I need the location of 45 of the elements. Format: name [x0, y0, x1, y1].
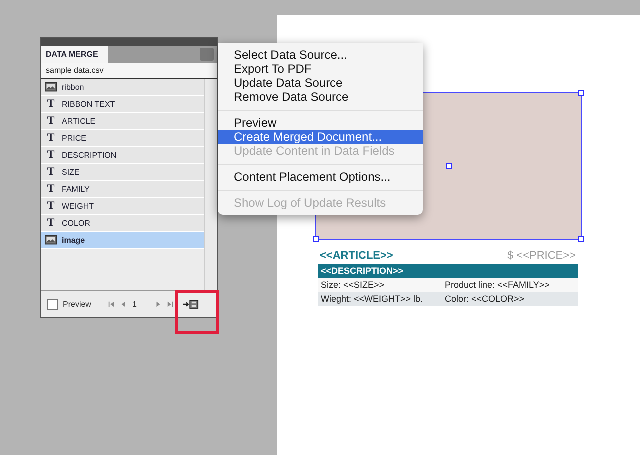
article-heading: <<ARTICLE>>	[320, 250, 394, 262]
preview-label: Preview	[63, 300, 92, 308]
image-field-icon	[45, 235, 57, 245]
text-field-icon: T	[45, 166, 57, 178]
menu-item[interactable]: Content Placement Options...	[218, 170, 423, 184]
table-cell-text: Product line: <<FAMILY>>	[445, 280, 551, 290]
preview-checkbox[interactable]	[47, 298, 58, 310]
text-field-icon: T	[45, 98, 57, 110]
menu-item[interactable]: Remove Data Source	[218, 90, 423, 104]
field-item[interactable]: T PRICE	[41, 130, 204, 147]
price-text: $ <<PRICE>>	[508, 250, 576, 262]
menu-item[interactable]: Export To PDF	[218, 62, 423, 76]
text-field-icon: T	[45, 132, 57, 144]
text-field-icon: T	[45, 183, 57, 195]
merge-document-icon[interactable]	[183, 300, 200, 308]
next-record-icon[interactable]	[155, 300, 162, 308]
text-field-icon: T	[45, 200, 57, 212]
record-number-field[interactable]: 1	[132, 300, 150, 308]
menu-item[interactable]: Create Merged Document...	[218, 130, 423, 144]
table-cell-text: Size: <<SIZE>>	[321, 280, 386, 290]
data-source-name: sample data.csv	[41, 63, 217, 79]
text-field-icon: T	[45, 115, 57, 127]
menu-item[interactable]: Update Data Source	[218, 76, 423, 90]
table-cell-text: Color: <<COLOR>>	[445, 294, 526, 304]
menu-item[interactable]: Select Data Source...	[218, 48, 423, 62]
table-cell-text: Wieght: <<WEIGHT>> lb.	[321, 294, 424, 304]
highlight-frame	[175, 290, 219, 334]
text-field-icon: T	[45, 149, 57, 161]
first-record-icon[interactable]	[108, 300, 116, 308]
field-item[interactable]: ribbon	[41, 79, 204, 96]
field-item[interactable]: T ARTICLE	[41, 113, 204, 130]
field-item[interactable]: T COLOR	[41, 215, 204, 232]
description-bar: <<DESCRIPTION>>	[318, 264, 578, 278]
menu-item[interactable]: Preview	[218, 116, 423, 130]
field-item[interactable]: T RIBBON TEXT	[41, 96, 204, 113]
field-item[interactable]: T WEIGHT	[41, 198, 204, 215]
last-record-icon[interactable]	[167, 300, 174, 308]
previous-record-icon[interactable]	[120, 300, 128, 308]
field-item[interactable]: image	[41, 232, 204, 249]
panel-tab[interactable]: DATA MERGE	[41, 46, 108, 63]
text-field-icon: T	[45, 217, 57, 229]
image-field-icon	[45, 82, 57, 92]
field-item[interactable]: T FAMILY	[41, 181, 204, 198]
field-item[interactable]: T DESCRIPTION	[41, 147, 204, 164]
field-item[interactable]: T SIZE	[41, 164, 204, 181]
